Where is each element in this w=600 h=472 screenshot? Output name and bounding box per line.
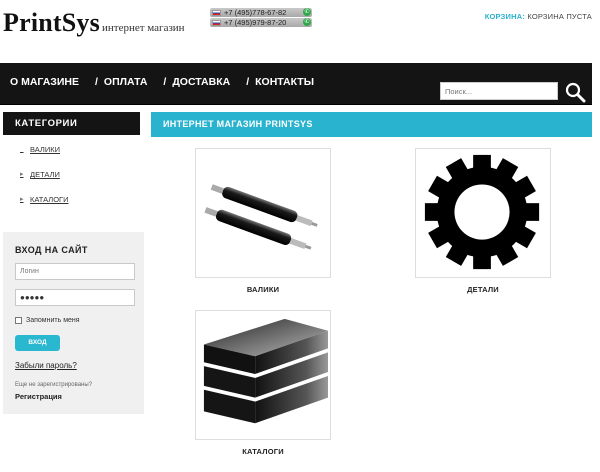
- category-item-parts[interactable]: ▸ ДЕТАЛИ: [0, 170, 145, 195]
- category-arrow-icon: ▸: [20, 196, 24, 203]
- phone-text: +7 (495)778-67-82: [224, 8, 287, 17]
- site-tagline: интернет магазин: [102, 22, 185, 34]
- forgot-password-link[interactable]: Забыли пароль?: [15, 361, 77, 370]
- product-image-frame[interactable]: [195, 310, 331, 440]
- product-image-frame[interactable]: [195, 148, 331, 278]
- phone-number-2: +7 (495)979-87-20 ✆: [210, 18, 312, 27]
- cart-label: КОРЗИНА:: [484, 12, 526, 21]
- search-icon[interactable]: [564, 81, 586, 103]
- call-icon[interactable]: ✆: [303, 8, 311, 16]
- cart-status: КОРЗИНА ПУСТА: [527, 12, 592, 21]
- call-icon[interactable]: ✆: [303, 18, 311, 26]
- product-card-catalogs[interactable]: КАТАЛОГИ: [195, 310, 331, 456]
- russia-flag-icon: [212, 9, 221, 16]
- search-input[interactable]: [440, 82, 558, 100]
- category-item-catalogs[interactable]: ▸ КАТАЛОГИ: [0, 195, 145, 220]
- phone-number-1: +7 (495)778-67-82 ✆: [210, 8, 312, 17]
- login-input[interactable]: [15, 263, 135, 280]
- category-label: ДЕТАЛИ: [30, 170, 60, 179]
- rollers-image: [204, 184, 318, 250]
- site-logo[interactable]: PrintSys: [3, 8, 100, 38]
- cart-summary[interactable]: КОРЗИНА: КОРЗИНА ПУСТА: [485, 12, 592, 21]
- product-name[interactable]: КАТАЛОГИ: [195, 447, 331, 456]
- categories-title: КАТЕГОРИИ: [3, 112, 140, 135]
- login-title: ВХОД НА САЙТ: [15, 245, 88, 255]
- category-label: КАТАЛОГИ: [30, 195, 69, 204]
- category-arrow-icon: ▸: [0, 145, 30, 153]
- category-label: ВАЛИКИ: [30, 145, 60, 154]
- nav-item-payment[interactable]: / ОПЛАТА: [95, 76, 147, 88]
- main-nav: О МАГАЗИНЕ / ОПЛАТА / ДОСТАВКА / КОНТАКТЫ: [10, 76, 330, 88]
- phone-list: +7 (495)778-67-82 ✆ +7 (495)979-87-20 ✆: [210, 8, 312, 28]
- nav-separator: /: [163, 76, 167, 88]
- product-card-rollers[interactable]: ВАЛИКИ: [195, 148, 331, 294]
- remember-label: Запомнить меня: [26, 317, 80, 324]
- product-name[interactable]: ДЕТАЛИ: [415, 285, 551, 294]
- nav-item-contacts[interactable]: / КОНТАКТЫ: [246, 76, 314, 88]
- category-list: ▸ ВАЛИКИ ▸ ДЕТАЛИ ▸ КАТАЛОГИ: [0, 145, 145, 220]
- password-input[interactable]: [15, 289, 135, 306]
- gear-icon: [424, 154, 540, 270]
- product-name[interactable]: ВАЛИКИ: [195, 285, 331, 294]
- product-card-parts[interactable]: ДЕТАЛИ: [415, 148, 551, 294]
- remember-checkbox[interactable]: [15, 317, 22, 324]
- phone-text: +7 (495)979-87-20: [224, 18, 287, 27]
- nav-item-about[interactable]: О МАГАЗИНЕ: [10, 76, 79, 88]
- not-registered-text: Еще не зарегистрированы?: [15, 382, 93, 388]
- nav-separator: /: [95, 76, 98, 88]
- remember-me[interactable]: Запомнить меня: [15, 317, 80, 324]
- product-image-frame[interactable]: [415, 148, 551, 278]
- nav-item-delivery[interactable]: / ДОСТАВКА: [163, 76, 230, 88]
- login-panel: ВХОД НА САЙТ Запомнить меня ВХОД Забыли …: [3, 232, 144, 414]
- nav-separator: /: [246, 76, 250, 88]
- category-item-rollers[interactable]: ▸ ВАЛИКИ: [0, 145, 145, 170]
- category-arrow-icon: ▸: [20, 171, 24, 178]
- login-button[interactable]: ВХОД: [15, 335, 60, 351]
- books-image: [203, 318, 329, 424]
- russia-flag-icon: [212, 19, 221, 26]
- register-link[interactable]: Регистрация: [15, 392, 62, 401]
- main-navbar: О МАГАЗИНЕ / ОПЛАТА / ДОСТАВКА / КОНТАКТЫ: [0, 63, 592, 105]
- main-title: ИНТЕРНЕТ МАГАЗИН PRINTSYS: [151, 112, 592, 137]
